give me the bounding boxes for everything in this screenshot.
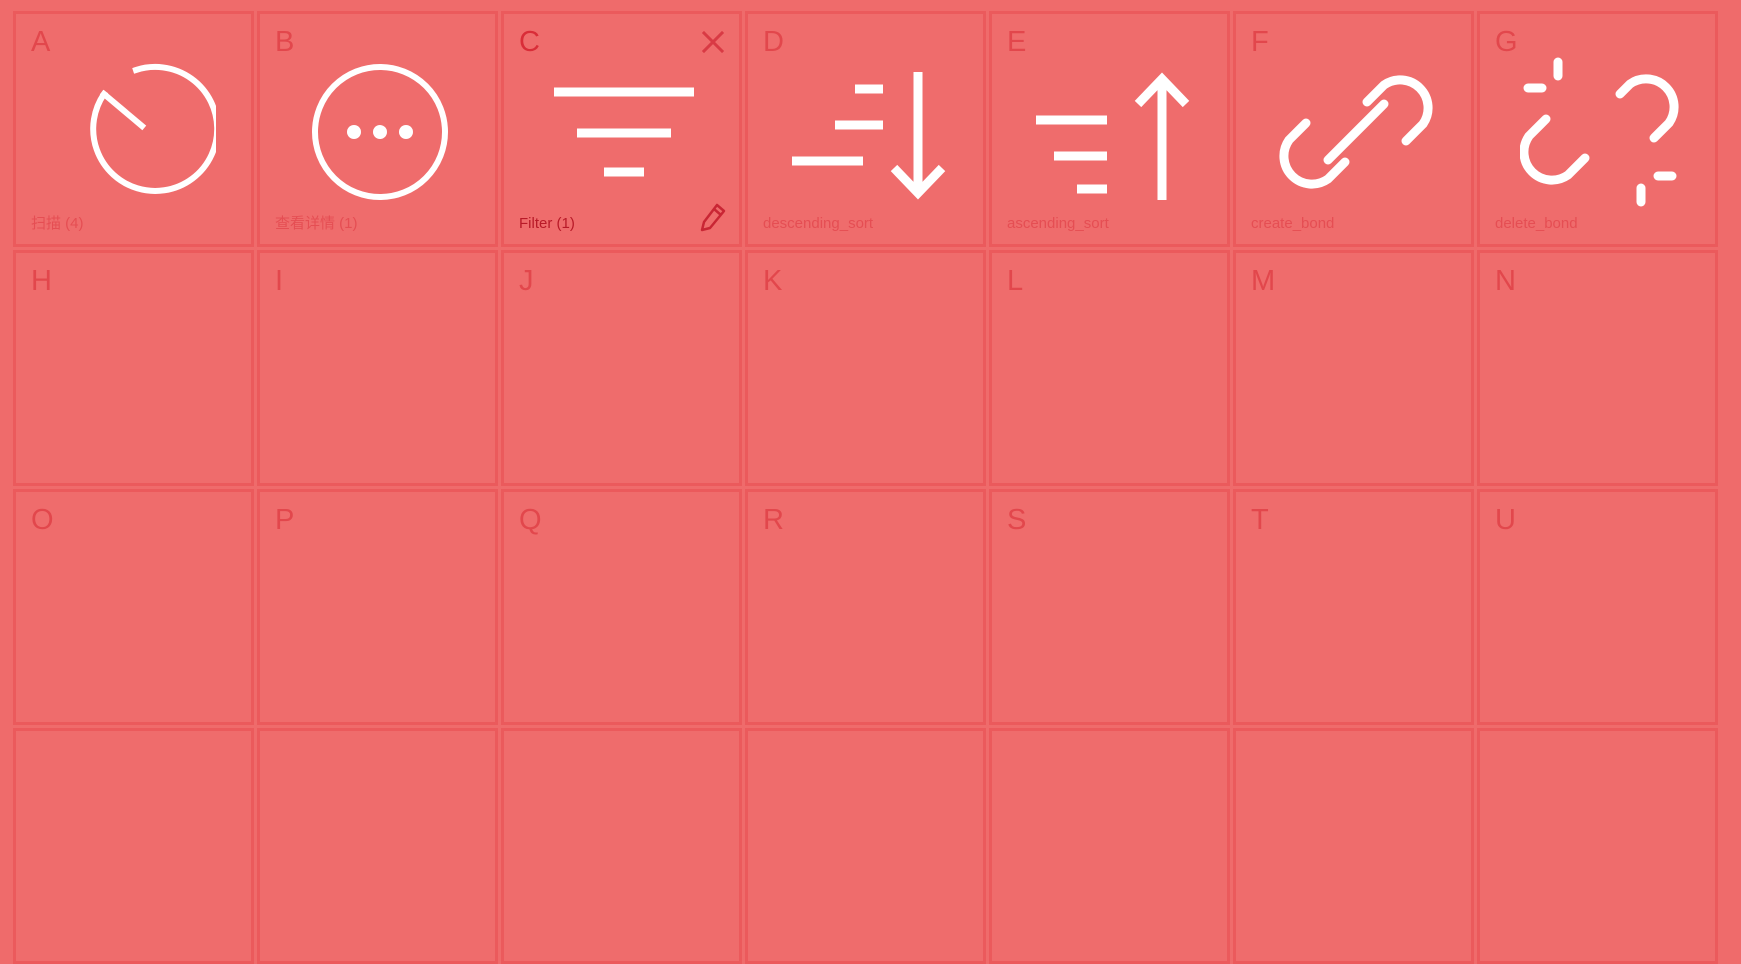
grid-cell-p[interactable]: P xyxy=(257,489,498,725)
grid-cell-d[interactable]: D descending_sort xyxy=(745,11,986,247)
pencil-icon[interactable] xyxy=(699,202,727,232)
cell-letter: T xyxy=(1251,504,1269,536)
grid-cell-u[interactable]: U xyxy=(1477,489,1718,725)
grid-cell-h[interactable]: H xyxy=(13,250,254,486)
cell-letter: I xyxy=(275,265,284,297)
grid-cell-o[interactable]: O xyxy=(13,489,254,725)
grid-cell-t[interactable]: T xyxy=(1233,489,1474,725)
grid-cell-i[interactable]: I xyxy=(257,250,498,486)
cell-letter: L xyxy=(1007,265,1024,297)
cell-letter: B xyxy=(275,26,295,58)
icon-grid: A 扫描 (4) B 查看详情 (1) C Filter (1) D desce… xyxy=(13,11,1718,964)
grid-cell-row4-3[interactable] xyxy=(501,728,742,964)
cell-letter: G xyxy=(1495,26,1518,58)
grid-cell-row4-4[interactable] xyxy=(745,728,986,964)
cell-letter: U xyxy=(1495,504,1516,536)
grid-cell-j[interactable]: J xyxy=(501,250,742,486)
cell-caption: create_bond xyxy=(1251,215,1335,232)
grid-cell-l[interactable]: L xyxy=(989,250,1230,486)
cell-letter: D xyxy=(763,26,784,58)
grid-cell-row4-6[interactable] xyxy=(1233,728,1474,964)
grid-cell-s[interactable]: S xyxy=(989,489,1230,725)
cell-letter: J xyxy=(519,265,534,297)
cell-caption: 扫描 (4) xyxy=(31,215,84,232)
more-circle-icon xyxy=(300,52,460,212)
grid-cell-r[interactable]: R xyxy=(745,489,986,725)
grid-cell-row4-5[interactable] xyxy=(989,728,1230,964)
grid-cell-g[interactable]: G delete_bond xyxy=(1477,11,1718,247)
cell-letter: E xyxy=(1007,26,1027,58)
grid-cell-m[interactable]: M xyxy=(1233,250,1474,486)
timer-icon xyxy=(56,52,216,212)
grid-cell-q[interactable]: Q xyxy=(501,489,742,725)
cell-letter: P xyxy=(275,504,295,536)
unlink-icon xyxy=(1520,52,1680,212)
sort-descending-icon xyxy=(788,52,948,212)
grid-cell-f[interactable]: F create_bond xyxy=(1233,11,1474,247)
cell-letter: R xyxy=(763,504,784,536)
cell-letter: M xyxy=(1251,265,1276,297)
cell-letter: N xyxy=(1495,265,1516,297)
grid-cell-row4-2[interactable] xyxy=(257,728,498,964)
cell-caption: Filter (1) xyxy=(519,215,575,232)
cell-caption: 查看详情 (1) xyxy=(275,215,358,232)
link-icon xyxy=(1276,52,1436,212)
cell-caption: delete_bond xyxy=(1495,215,1578,232)
filter-icon xyxy=(544,52,704,212)
grid-cell-row4-1[interactable] xyxy=(13,728,254,964)
cell-letter: S xyxy=(1007,504,1027,536)
grid-cell-row4-7[interactable] xyxy=(1477,728,1718,964)
cell-letter: F xyxy=(1251,26,1269,58)
cell-letter: K xyxy=(763,265,783,297)
grid-cell-a[interactable]: A 扫描 (4) xyxy=(13,11,254,247)
cell-letter: H xyxy=(31,265,52,297)
cell-letter: C xyxy=(519,26,540,58)
grid-cell-e[interactable]: E ascending_sort xyxy=(989,11,1230,247)
cell-letter: Q xyxy=(519,504,542,536)
grid-cell-k[interactable]: K xyxy=(745,250,986,486)
cell-letter: A xyxy=(31,26,51,58)
grid-cell-n[interactable]: N xyxy=(1477,250,1718,486)
sort-ascending-icon xyxy=(1032,52,1192,212)
cell-caption: ascending_sort xyxy=(1007,215,1109,232)
cell-letter: O xyxy=(31,504,54,536)
grid-cell-c[interactable]: C Filter (1) xyxy=(501,11,742,247)
grid-cell-b[interactable]: B 查看详情 (1) xyxy=(257,11,498,247)
cell-caption: descending_sort xyxy=(763,215,874,232)
